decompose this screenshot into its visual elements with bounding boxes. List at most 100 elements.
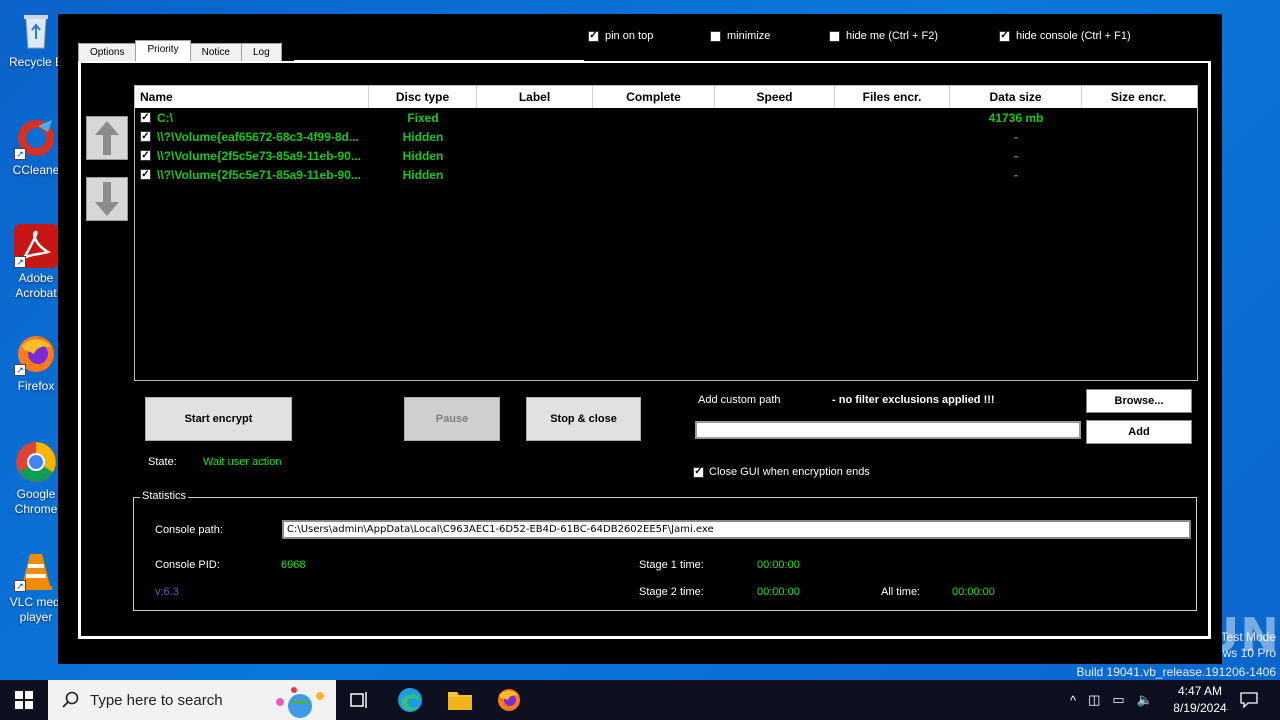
console-path-label: Console path: — [155, 524, 223, 536]
console-pid-value: 6968 — [281, 559, 306, 571]
browse-button[interactable]: Browse... — [1086, 389, 1192, 413]
chevron-up-icon[interactable]: ^ — [1070, 693, 1076, 708]
firefox-icon: ↗ — [14, 332, 58, 376]
minimize-checkbox[interactable]: minimize — [710, 30, 770, 42]
statistics-title: Statistics — [140, 490, 189, 502]
notification-button[interactable] — [1240, 680, 1258, 720]
table-row[interactable]: ✓ \\?\Volume{2f5c5e71-85a9-11eb-90... Hid… — [135, 165, 1197, 184]
clock-date: 8/19/2024 — [1173, 701, 1227, 715]
task-view-icon — [350, 692, 367, 708]
filter-note: - no filter exclusions applied !!! — [832, 394, 995, 406]
table-row[interactable]: ✓ \\?\Volume{eaf65672-68c3-4f99-8d... Hid… — [135, 127, 1197, 146]
column-data-size[interactable]: Data size — [950, 86, 1082, 108]
state-label: State: — [148, 456, 177, 468]
checkbox-box[interactable]: ✓ — [693, 466, 704, 478]
column-label[interactable]: Label — [477, 86, 593, 108]
checkbox-box[interactable] — [710, 30, 721, 42]
recycle-bin-icon — [14, 8, 58, 52]
checkbox-box[interactable]: ✓ — [588, 30, 599, 42]
shortcut-arrow-icon: ↗ — [14, 148, 26, 160]
console-pid-label: Console PID: — [155, 559, 220, 571]
state-value: Wait user action — [203, 456, 282, 468]
watermark-build: Build 19041.vb_release.191206-1406 — [1076, 665, 1277, 679]
drive-disc-type: Hidden — [402, 129, 444, 144]
pin-on-top-label: pin on top — [605, 30, 654, 42]
shortcut-arrow-icon: ↗ — [14, 580, 26, 592]
folder-icon — [448, 692, 472, 710]
chrome-icon — [14, 440, 58, 484]
arrow-down-icon — [95, 182, 119, 216]
clock-time: 4:47 AM — [1177, 684, 1223, 698]
search-icon — [62, 691, 79, 708]
system-tray: ^ ◫ ▭ 🔈 — [1070, 680, 1153, 720]
row-checkbox[interactable]: ✓ — [140, 131, 151, 142]
adobe-acrobat-icon: ↗ — [14, 224, 58, 268]
volume-icon[interactable]: 🔈 — [1137, 692, 1153, 708]
all-time-value: 00:00:00 — [952, 586, 995, 598]
vlc-icon: ↗ — [14, 548, 58, 592]
shortcut-arrow-icon: ↗ — [14, 364, 26, 376]
move-up-button[interactable] — [86, 116, 128, 160]
custom-path-label: Add custom path — [698, 394, 781, 406]
edge-icon — [398, 688, 422, 712]
tab-log[interactable]: Log — [240, 43, 282, 62]
drive-list: Name Disc type Label Complete Speed File… — [134, 85, 1198, 381]
shortcut-arrow-icon: ↗ — [14, 256, 26, 268]
taskbar: Type here to search ^ ◫ ▭ 🔈 4:47 AM 8/19… — [0, 680, 1280, 720]
drive-data-size: 41736 mb — [988, 110, 1044, 125]
stage1-label: Stage 1 time: — [639, 559, 704, 571]
column-name[interactable]: Name — [135, 86, 369, 108]
tab-options[interactable]: Options — [78, 43, 137, 62]
column-complete[interactable]: Complete — [593, 86, 715, 108]
drive-disc-type: Hidden — [402, 167, 444, 182]
row-checkbox[interactable]: ✓ — [140, 150, 151, 161]
table-row[interactable]: ✓ \\?\Volume{2f5c5e73-85a9-11eb-90... Hid… — [135, 146, 1197, 165]
row-checkbox[interactable]: ✓ — [140, 112, 151, 123]
arrow-up-icon — [95, 121, 119, 155]
table-row[interactable]: ✓ C:\ Fixed 41736 mb — [135, 108, 1197, 127]
stage2-label: Stage 2 time: — [639, 586, 704, 598]
custom-path-input[interactable] — [695, 421, 1081, 439]
column-disc-type[interactable]: Disc type — [369, 86, 477, 108]
hide-me-label: hide me (Ctrl + F2) — [846, 30, 938, 42]
drive-data-size: - — [1014, 167, 1018, 182]
stop-close-button[interactable]: Stop & close — [526, 397, 641, 441]
tab-bar: Options Priority Notice Log — [78, 40, 282, 62]
network-icon[interactable]: ▭ — [1112, 692, 1124, 708]
meet-now-icon[interactable]: ◫ — [1088, 692, 1100, 708]
drive-name: \\?\Volume{2f5c5e71-85a9-11eb-90... — [157, 167, 361, 182]
all-time-label: All time: — [881, 586, 921, 598]
file-explorer-taskbar-button[interactable] — [443, 686, 477, 714]
notification-icon — [1240, 692, 1258, 708]
add-button[interactable]: Add — [1086, 420, 1192, 444]
firefox-taskbar-button[interactable] — [492, 686, 526, 714]
start-encrypt-button[interactable]: Start encrypt — [145, 397, 292, 441]
edge-taskbar-button[interactable] — [393, 686, 427, 714]
stage1-value: 00:00:00 — [757, 559, 800, 571]
hide-me-checkbox[interactable]: hide me (Ctrl + F2) — [829, 30, 938, 42]
tab-priority[interactable]: Priority — [135, 40, 191, 62]
checkbox-box[interactable] — [829, 30, 840, 42]
hide-console-checkbox[interactable]: ✓ hide console (Ctrl + F1) — [999, 30, 1131, 42]
move-down-button[interactable] — [86, 177, 128, 221]
taskbar-search-box[interactable]: Type here to search — [48, 680, 336, 720]
tab-notice[interactable]: Notice — [189, 43, 242, 62]
taskbar-clock[interactable]: 4:47 AM 8/19/2024 — [1160, 683, 1240, 717]
start-button[interactable] — [0, 680, 48, 720]
task-view-button[interactable] — [343, 686, 377, 714]
ccleaner-icon: ↗ — [14, 116, 58, 160]
console-path-field[interactable]: C:\Users\admin\AppData\Local\C963AEC1-6D… — [282, 520, 1191, 539]
close-gui-checkbox[interactable]: ✓ Close GUI when encryption ends — [693, 466, 870, 478]
drive-data-size: - — [1014, 129, 1018, 144]
row-checkbox[interactable]: ✓ — [140, 169, 151, 180]
column-files-encr[interactable]: Files encr. — [835, 86, 950, 108]
statistics-group: Statistics Console path: C:\Users\admin\… — [133, 490, 1197, 611]
column-speed[interactable]: Speed — [715, 86, 835, 108]
hide-console-label: hide console (Ctrl + F1) — [1016, 30, 1131, 42]
pause-button[interactable]: Pause — [404, 397, 500, 441]
pin-on-top-checkbox[interactable]: ✓ pin on top — [588, 30, 653, 42]
drive-name: \\?\Volume{eaf65672-68c3-4f99-8d... — [157, 129, 359, 144]
column-size-encr[interactable]: Size encr. — [1082, 86, 1195, 108]
drive-list-header: Name Disc type Label Complete Speed File… — [135, 86, 1197, 108]
checkbox-box[interactable]: ✓ — [999, 30, 1010, 42]
